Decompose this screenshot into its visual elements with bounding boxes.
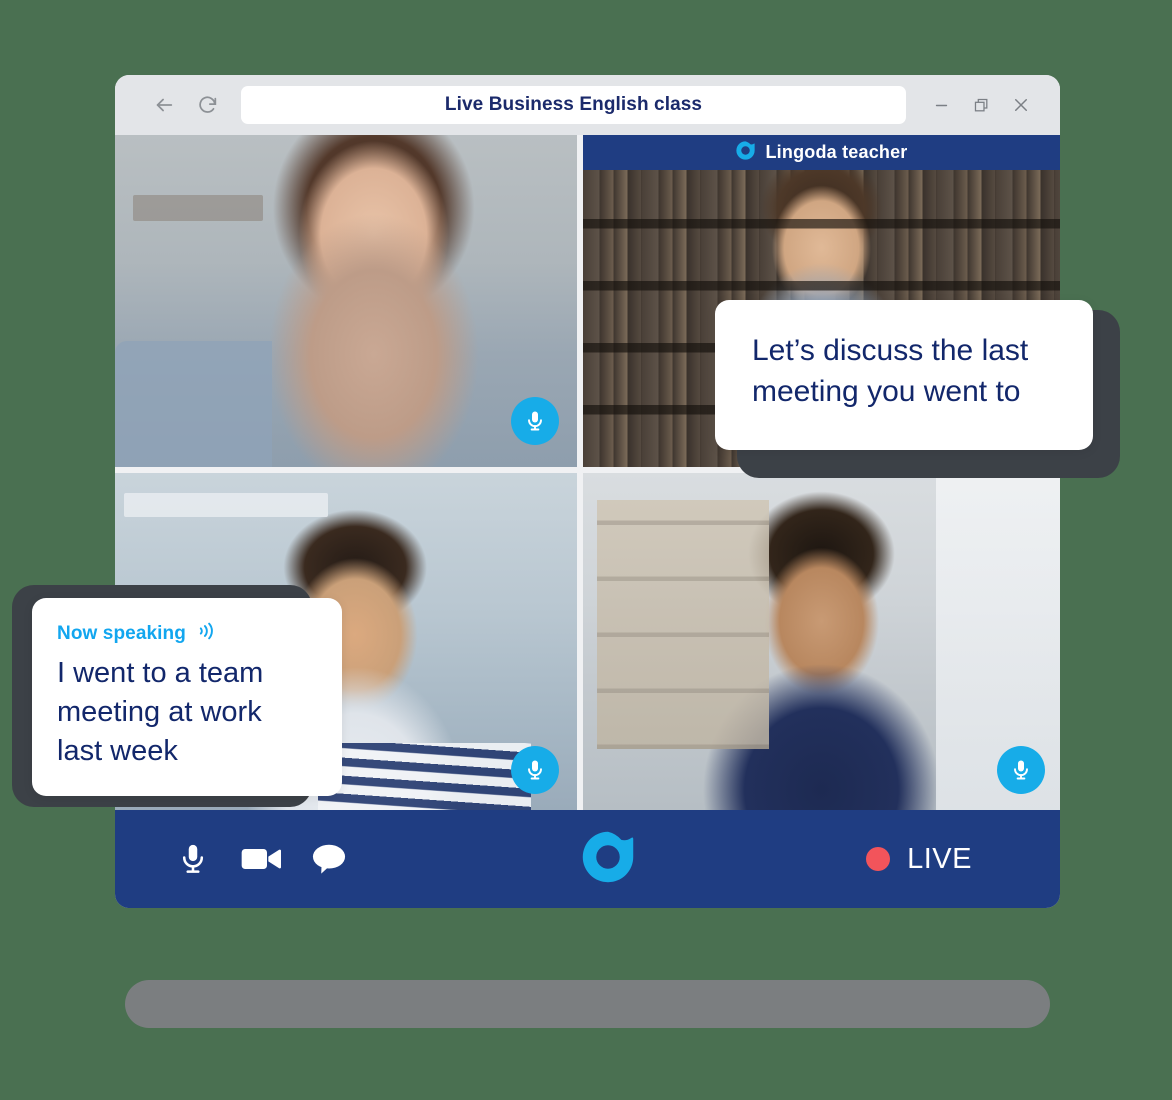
microphone-icon[interactable]: [511, 746, 559, 794]
brand-logo-container: [350, 828, 866, 891]
participant-video-feed: [115, 135, 577, 467]
lingoda-logo-icon: [579, 828, 637, 891]
microphone-icon[interactable]: [997, 746, 1045, 794]
teacher-name-label: Lingoda teacher: [765, 142, 908, 162]
now-speaking-label: Now speaking: [57, 622, 186, 644]
student-bubble-line-2: meeting at work: [57, 696, 262, 728]
laptop-base-bar: [125, 980, 1050, 1028]
teacher-speech-bubble: Let’s discuss the last meeting you went …: [715, 300, 1120, 478]
microphone-icon[interactable]: [511, 397, 559, 445]
window-title-bar: Live Business English class: [115, 75, 1060, 135]
screenshot-stage: Live Business English class Lingoda teac…: [0, 0, 1172, 1100]
call-control-bar: LIVE: [115, 810, 1060, 908]
call-control-group-left: [115, 838, 350, 880]
live-status-indicator: LIVE: [866, 843, 1060, 876]
student-bubble-line-1: I went to a team: [57, 657, 264, 689]
teacher-bubble-card: Let’s discuss the last meeting you went …: [715, 300, 1093, 450]
now-speaking-status: Now speaking: [57, 620, 324, 647]
teacher-bubble-line-2: meeting you went to: [752, 375, 1021, 408]
participant-tile-bottom-right[interactable]: [583, 473, 1060, 810]
sound-wave-icon: [193, 620, 215, 647]
restore-icon[interactable]: [964, 88, 998, 122]
participant-video-feed: [583, 473, 1060, 810]
teacher-name-banner: Lingoda teacher: [583, 135, 1060, 170]
address-bar[interactable]: Live Business English class: [241, 86, 906, 124]
lingoda-logo-icon: [735, 140, 756, 166]
live-label: LIVE: [907, 842, 972, 875]
student-bubble-card: Now speaking I went to a team meeting at…: [32, 598, 342, 796]
chat-bubble-icon[interactable]: [308, 838, 350, 880]
student-speech-bubble: Now speaking I went to a team meeting at…: [12, 585, 342, 807]
back-arrow-icon[interactable]: [149, 90, 179, 120]
record-dot-icon: [866, 847, 891, 871]
microphone-icon[interactable]: [172, 838, 214, 880]
teacher-bubble-line-1: Let’s discuss the last: [752, 334, 1029, 367]
window-controls: [918, 88, 1060, 122]
page-title: Live Business English class: [444, 94, 703, 115]
video-camera-icon[interactable]: [240, 838, 282, 880]
student-bubble-line-3: last week: [57, 735, 178, 767]
participant-tile-top-left[interactable]: [115, 135, 583, 473]
reload-icon[interactable]: [193, 90, 223, 120]
minimize-icon[interactable]: [924, 88, 958, 122]
close-icon[interactable]: [1004, 88, 1038, 122]
